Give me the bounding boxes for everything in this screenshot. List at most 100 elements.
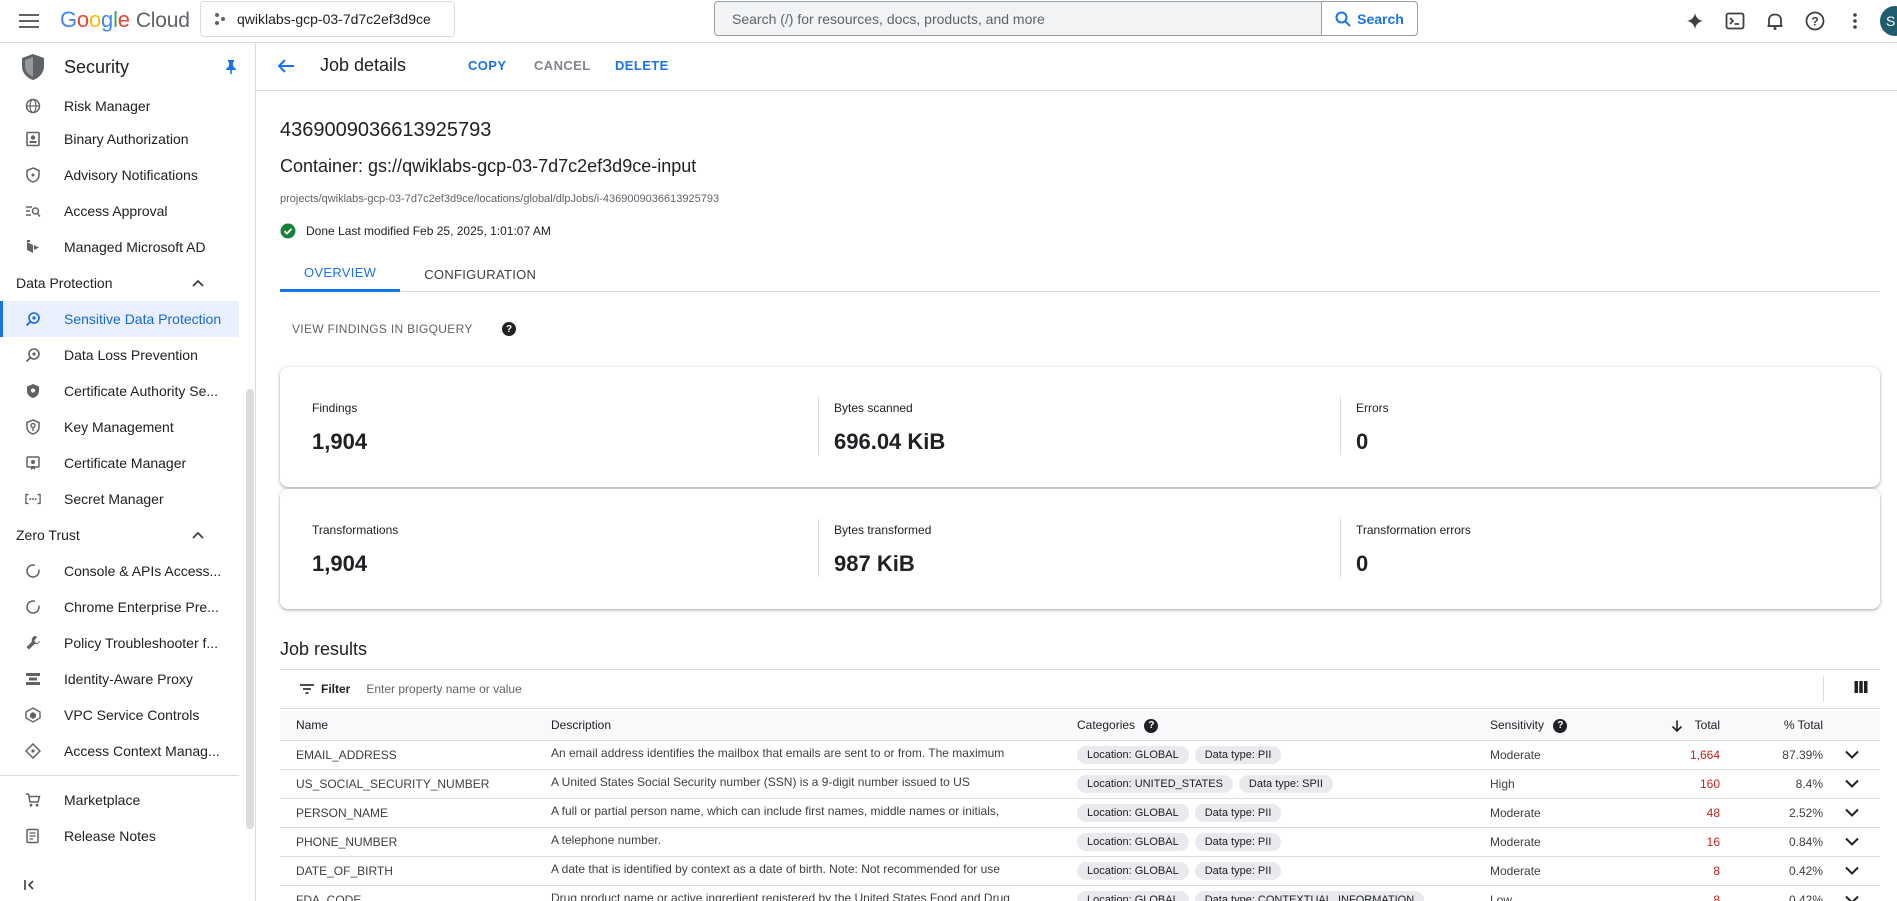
transformation-card: Transformations 1,904 Bytes transformed …: [280, 489, 1880, 609]
sidebar-item-access-approval[interactable]: Access Approval: [0, 193, 239, 229]
sidebar-item-secret-manager[interactable]: Secret Manager: [0, 481, 239, 517]
col-header-categories[interactable]: Categories ?: [1077, 711, 1490, 741]
tab-bar: OVERVIEW CONFIGURATION: [280, 256, 1880, 292]
col-header-total[interactable]: Total: [1630, 711, 1720, 741]
tab-configuration[interactable]: CONFIGURATION: [400, 256, 560, 292]
sidebar-item-advisory-notifications[interactable]: Advisory Notifications: [0, 157, 239, 193]
col-header-name[interactable]: Name: [280, 711, 551, 741]
sidebar: Security Risk Manager Binary Authorizati…: [0, 43, 256, 901]
help-icon[interactable]: ?: [1144, 718, 1159, 733]
google-cloud-logo[interactable]: Google Cloud: [60, 7, 190, 33]
gemini-icon[interactable]: [1680, 6, 1710, 36]
search-button[interactable]: Search: [1321, 2, 1417, 35]
sidebar-item-release-notes[interactable]: Release Notes: [0, 818, 239, 854]
table-row[interactable]: PHONE_NUMBER A telephone number. Locatio…: [280, 827, 1880, 857]
sidebar-item-access-context-manager[interactable]: Access Context Manag...: [0, 733, 239, 769]
col-header-sensitivity[interactable]: Sensitivity ?: [1490, 711, 1630, 741]
logo-letter: e: [117, 7, 130, 32]
description-text: A full or partial person name, which can…: [551, 804, 1000, 818]
section-zero-trust[interactable]: Zero Trust: [0, 517, 239, 553]
col-header-pct-total[interactable]: % Total: [1720, 711, 1823, 741]
sidebar-item-marketplace[interactable]: Marketplace: [0, 782, 239, 818]
table-row[interactable]: FDA_CODE Drug product name or active ing…: [280, 885, 1880, 901]
sidebar-item-managed-microsoft-ad[interactable]: Managed Microsoft AD: [0, 229, 239, 265]
more-vert-icon[interactable]: [1840, 6, 1870, 36]
divider: [818, 397, 819, 455]
expand-row-button[interactable]: [1823, 798, 1880, 828]
cell-name: EMAIL_ADDRESS: [280, 740, 551, 770]
sidebar-item-label: Risk Manager: [64, 98, 151, 114]
sidebar-item-identity-aware-proxy[interactable]: Identity-Aware Proxy: [0, 661, 239, 697]
help-icon[interactable]: ?: [1553, 718, 1568, 733]
logo-letter: g: [101, 7, 114, 32]
column-display-icon[interactable]: [1854, 680, 1868, 694]
sidebar-item-console-apis-access[interactable]: Console & APIs Access...: [0, 553, 239, 589]
cell-sensitivity: Moderate: [1490, 827, 1630, 857]
sidebar-item-label: Certificate Authority Se...: [64, 383, 219, 399]
category-chip: Data type: PII: [1194, 745, 1282, 764]
filter-input[interactable]: [366, 682, 967, 696]
help-icon[interactable]: ?: [502, 322, 516, 336]
divider: [0, 775, 239, 776]
col-header-label: Total: [1694, 718, 1720, 733]
sidebar-item-risk-manager[interactable]: Risk Manager: [0, 91, 239, 121]
sidebar-item-label: Policy Troubleshooter f...: [64, 635, 219, 651]
expand-row-button[interactable]: [1823, 827, 1880, 857]
view-findings-button[interactable]: VIEW FINDINGS IN BIGQUERY: [292, 322, 473, 336]
sidebar-item-key-management[interactable]: Key Management: [0, 409, 239, 445]
top-bar: Google Cloud qwiklabs-gcp-03-7d7c2ef3d9ce…: [0, 0, 1897, 43]
sdp-icon: [25, 311, 41, 327]
sidebar-item-label: Access Approval: [64, 203, 168, 219]
cell-description: A date that is identified by context as …: [551, 856, 1077, 886]
results-table: Name Description Categories ? Sensitivit…: [280, 711, 1880, 901]
table-row[interactable]: DATE_OF_BIRTH A date that is identified …: [280, 856, 1880, 886]
sidebar-item-label: Data Loss Prevention: [64, 347, 198, 363]
filter-button[interactable]: Filter: [300, 682, 350, 696]
description-text: Drug product name or active ingredient r…: [551, 891, 1010, 901]
cancel-button[interactable]: CANCEL: [534, 58, 591, 73]
collapse-sidebar-icon[interactable]: [24, 879, 38, 891]
table-row[interactable]: US_SOCIAL_SECURITY_NUMBER A United State…: [280, 769, 1880, 799]
ring-icon: [25, 563, 41, 579]
summary-card: Findings 1,904 Bytes scanned 696.04 KiB …: [280, 367, 1880, 487]
help-icon[interactable]: ?: [1800, 6, 1830, 36]
delete-button[interactable]: DELETE: [615, 58, 669, 73]
tab-overview[interactable]: OVERVIEW: [280, 256, 401, 292]
col-header-description[interactable]: Description: [551, 711, 1077, 741]
cell-description: Drug product name or active ingredient r…: [551, 885, 1077, 901]
search-input[interactable]: [715, 2, 1321, 35]
sidebar-item-chrome-enterprise[interactable]: Chrome Enterprise Pre...: [0, 589, 239, 625]
sidebar-item-vpc-service-controls[interactable]: VPC Service Controls: [0, 697, 239, 733]
svg-text:?: ?: [1811, 15, 1818, 29]
section-data-protection[interactable]: Data Protection: [0, 265, 239, 301]
sidebar-item-sensitive-data-protection[interactable]: Sensitive Data Protection: [0, 301, 239, 337]
diamond-icon: [25, 743, 41, 759]
sidebar-item-policy-troubleshooter[interactable]: Policy Troubleshooter f...: [0, 625, 239, 661]
cert-authority-icon: [25, 383, 41, 399]
cloud-shell-icon[interactable]: [1720, 6, 1750, 36]
expand-row-button[interactable]: [1823, 885, 1880, 901]
expand-row-button[interactable]: [1823, 769, 1880, 799]
sidebar-item-certificate-authority[interactable]: Certificate Authority Se...: [0, 373, 239, 409]
metric-transformation-errors: Transformation errors 0: [1356, 523, 1471, 577]
sidebar-item-data-loss-prevention[interactable]: Data Loss Prevention: [0, 337, 239, 373]
expand-row-button[interactable]: [1823, 856, 1880, 886]
metric-bytes-transformed: Bytes transformed 987 KiB: [834, 523, 931, 577]
sidebar-item-binary-authorization[interactable]: Binary Authorization: [0, 121, 239, 157]
avatar[interactable]: S: [1880, 6, 1897, 36]
table-row[interactable]: EMAIL_ADDRESS An email address identifie…: [280, 740, 1880, 770]
pin-icon[interactable]: [225, 59, 237, 75]
sidebar-item-certificate-manager[interactable]: Certificate Manager: [0, 445, 239, 481]
table-row[interactable]: PERSON_NAME A full or partial person nam…: [280, 798, 1880, 828]
sidebar-scrollbar[interactable]: [246, 389, 254, 829]
project-picker[interactable]: qwiklabs-gcp-03-7d7c2ef3d9ce: [200, 1, 455, 37]
sidebar-item-label: Release Notes: [64, 828, 156, 844]
notifications-icon[interactable]: [1760, 6, 1790, 36]
main-menu-icon[interactable]: [16, 8, 42, 34]
copy-button[interactable]: COPY: [468, 58, 506, 73]
sidebar-item-label: Secret Manager: [64, 491, 164, 507]
cell-sensitivity: Moderate: [1490, 740, 1630, 770]
sidebar-title: Security: [64, 56, 130, 77]
expand-row-button[interactable]: [1823, 740, 1880, 770]
back-arrow-icon[interactable]: [276, 56, 296, 76]
